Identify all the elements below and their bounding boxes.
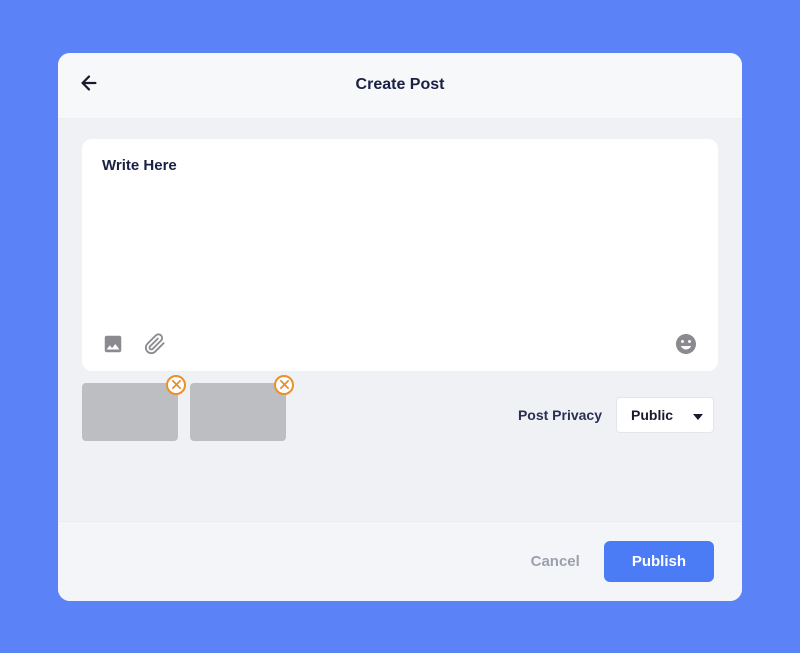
attachments-row: Post Privacy Public (58, 371, 742, 441)
toolbar-left (102, 333, 166, 355)
cancel-button[interactable]: Cancel (531, 553, 580, 570)
privacy-row: Post Privacy Public (518, 383, 718, 433)
paperclip-icon (144, 333, 166, 355)
image-icon (102, 333, 124, 355)
composer-toolbar (102, 329, 698, 359)
emoji-button[interactable] (674, 332, 698, 356)
arrow-left-icon (78, 72, 100, 94)
add-image-button[interactable] (102, 333, 124, 355)
remove-attachment-button[interactable] (166, 375, 186, 395)
back-button[interactable] (78, 72, 100, 99)
publish-button[interactable]: Publish (604, 541, 714, 582)
close-icon (172, 380, 181, 389)
privacy-selected-value: Public (631, 407, 673, 423)
toolbar-right (674, 332, 698, 356)
attachment-item (82, 383, 178, 441)
attachment-thumbnail[interactable] (82, 383, 178, 441)
attachment-thumbnail[interactable] (190, 383, 286, 441)
attach-file-button[interactable] (144, 333, 166, 355)
modal-footer: Cancel Publish (58, 521, 742, 601)
attachment-item (190, 383, 286, 441)
modal-title: Create Post (356, 76, 445, 94)
emoji-icon (674, 332, 698, 356)
privacy-select[interactable]: Public (616, 397, 714, 433)
privacy-label: Post Privacy (518, 407, 602, 423)
create-post-modal: Create Post (58, 53, 742, 601)
composer-card (82, 139, 718, 371)
remove-attachment-button[interactable] (274, 375, 294, 395)
modal-header: Create Post (58, 53, 742, 119)
post-textarea[interactable] (102, 157, 698, 329)
chevron-down-icon (693, 407, 703, 423)
close-icon (280, 380, 289, 389)
